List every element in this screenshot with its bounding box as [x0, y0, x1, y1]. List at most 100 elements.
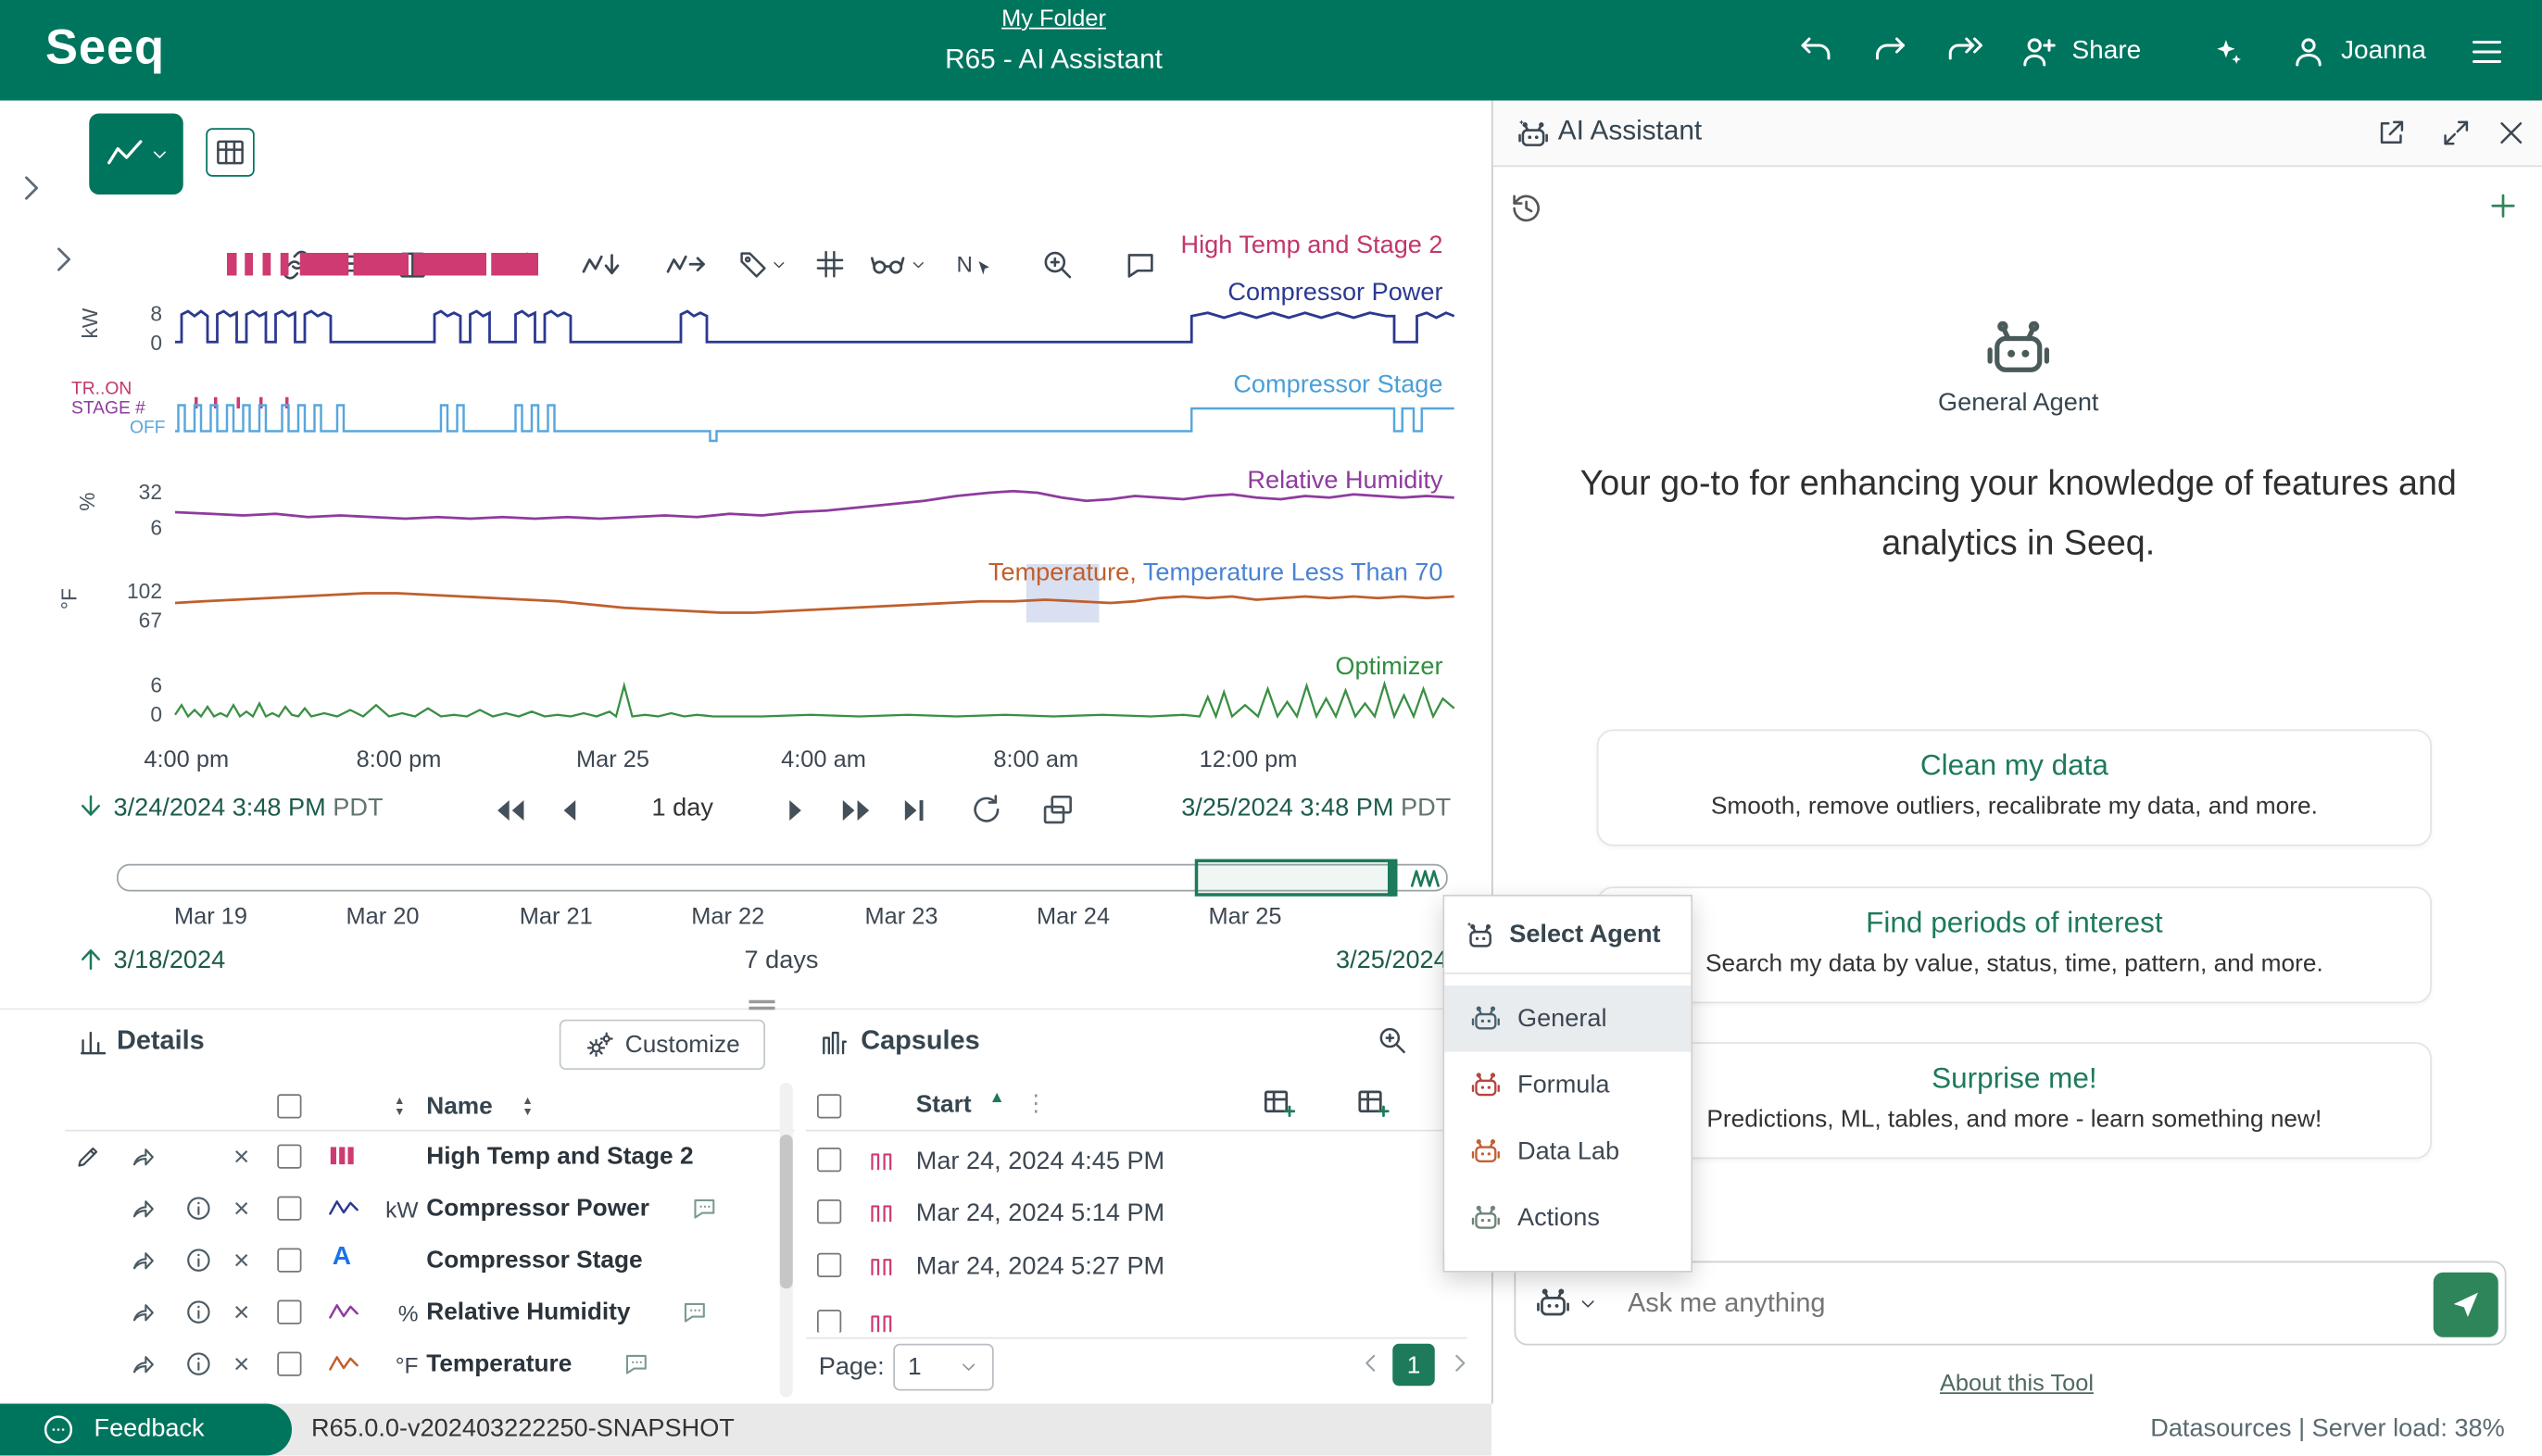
assistant-input[interactable] [1625, 1287, 2322, 1321]
splitter-handle[interactable] [749, 997, 775, 1013]
row-checkbox[interactable] [277, 1197, 301, 1221]
refresh-icon[interactable] [970, 793, 1004, 827]
column-kebab-icon[interactable]: ⋮ [1025, 1089, 1048, 1117]
display-range-end[interactable]: 3/25/2024 3:48 PM PDT [1135, 795, 1451, 824]
capsule-row[interactable]: Mar 24, 2024 5:14 PM [806, 1186, 1467, 1238]
send-button[interactable] [2434, 1273, 2498, 1337]
series-swatch-high-temp[interactable] [328, 1143, 358, 1175]
timebar-selection-handle[interactable] [1388, 860, 1396, 897]
close-icon[interactable] [2495, 117, 2527, 149]
timebar-zigzag-icon[interactable] [1407, 864, 1446, 894]
item-name[interactable]: Temperature [426, 1350, 572, 1378]
row-checkbox[interactable] [277, 1249, 301, 1273]
series-label-high-temp[interactable]: High Temp and Stage 2 [811, 232, 1443, 261]
current-page-button[interactable]: 1 [1392, 1344, 1435, 1387]
details-row[interactable]: × A Compressor Stage [65, 1236, 795, 1287]
details-row[interactable]: × % Relative Humidity [65, 1287, 795, 1339]
user-menu[interactable]: Joanna [2289, 26, 2426, 78]
select-all-checkbox[interactable] [277, 1094, 301, 1118]
next-page-icon[interactable] [1444, 1349, 1467, 1378]
ai-sparkle-icon[interactable] [2202, 26, 2254, 78]
sort-name-icon[interactable]: ▲▼ [522, 1096, 534, 1119]
table-view-button[interactable] [206, 128, 255, 177]
suggestion-card-clean[interactable]: Clean my data Smooth, remove outliers, r… [1597, 730, 2432, 847]
history-icon[interactable] [1509, 192, 1543, 226]
series-label-power[interactable]: Compressor Power [811, 279, 1443, 308]
start-column-header[interactable]: Start [916, 1091, 972, 1119]
step-forward-double-icon[interactable] [838, 796, 875, 832]
redo-icon[interactable] [1865, 26, 1917, 78]
info-icon[interactable] [185, 1299, 213, 1326]
suggestion-card-surprise[interactable]: Surprise me! Predictions, ML, tables, an… [1597, 1042, 2432, 1159]
series-label-optimizer[interactable]: Optimizer [811, 653, 1443, 683]
series-label-stage[interactable]: Compressor Stage [811, 371, 1443, 401]
info-icon[interactable] [185, 1247, 213, 1274]
pencil-icon[interactable] [75, 1143, 103, 1171]
share-item-icon[interactable] [130, 1299, 157, 1326]
range-start-arrow-icon[interactable] [75, 791, 107, 823]
info-icon[interactable] [185, 1195, 213, 1223]
details-row[interactable]: × °F Temperature [65, 1339, 795, 1391]
remove-item-icon[interactable]: × [233, 1297, 249, 1329]
details-scrollbar-thumb[interactable] [780, 1135, 793, 1288]
share-item-icon[interactable] [130, 1143, 157, 1171]
share-item-icon[interactable] [130, 1350, 157, 1378]
row-checkbox[interactable] [817, 1310, 841, 1333]
feedback-button[interactable]: Feedback [0, 1404, 292, 1456]
page-size-select[interactable]: 1 [893, 1344, 994, 1391]
share-button[interactable]: Share [2020, 26, 2142, 78]
investigate-start[interactable]: 3/18/2024 [114, 947, 226, 976]
investigate-arrow-icon[interactable] [75, 942, 107, 974]
series-swatch-power[interactable] [328, 1197, 360, 1221]
breadcrumb[interactable]: My Folder [730, 6, 1378, 32]
item-name[interactable]: Compressor Stage [426, 1247, 642, 1274]
capsule-row[interactable]: Mar 24, 2024 4:45 PM [806, 1135, 1467, 1186]
about-tool-link[interactable]: About this Tool [1855, 1372, 2179, 1398]
item-comment-icon[interactable] [623, 1350, 650, 1378]
capsule-row-partial[interactable] [806, 1300, 1467, 1333]
capsule-row[interactable]: Mar 24, 2024 5:27 PM [806, 1240, 1467, 1292]
left-panel-expander[interactable] [13, 170, 49, 207]
display-range-start[interactable]: 3/24/2024 3:48 PM PDT [114, 795, 384, 824]
row-checkbox[interactable] [277, 1300, 301, 1324]
sort-color-icon[interactable]: ▲▼ [394, 1096, 405, 1119]
datasources-link[interactable]: Datasources [2150, 1415, 2291, 1443]
prev-page-icon[interactable] [1357, 1349, 1387, 1378]
agent-selector-button[interactable] [1535, 1286, 1598, 1322]
row-checkbox[interactable] [817, 1148, 841, 1172]
menu-item-formula[interactable]: Formula [1444, 1052, 1691, 1119]
hamburger-menu-icon[interactable] [2461, 26, 2513, 78]
name-column-header[interactable]: Name [426, 1093, 493, 1121]
item-name[interactable]: High Temp and Stage 2 [426, 1143, 693, 1171]
series-label-humidity[interactable]: Relative Humidity [811, 467, 1443, 496]
investigate-end[interactable]: 3/25/2024 [1249, 947, 1448, 976]
expand-icon[interactable] [2440, 117, 2473, 149]
share-item-icon[interactable] [130, 1247, 157, 1274]
item-comment-icon[interactable] [681, 1299, 709, 1326]
info-icon[interactable] [185, 1350, 213, 1378]
investigate-duration[interactable]: 7 days [636, 947, 927, 976]
add-column-icon[interactable] [1262, 1086, 1298, 1123]
seeq-logo[interactable]: Seeq [45, 21, 165, 77]
series-swatch-humidity[interactable] [328, 1300, 360, 1324]
share-item-icon[interactable] [130, 1195, 157, 1223]
trend-view-button[interactable] [89, 114, 183, 195]
item-name[interactable]: Relative Humidity [426, 1299, 630, 1326]
remove-item-icon[interactable]: × [233, 1349, 249, 1381]
item-comment-icon[interactable] [691, 1195, 719, 1223]
series-swatch-temperature[interactable] [328, 1352, 360, 1376]
menu-item-data-lab[interactable]: Data Lab [1444, 1119, 1691, 1186]
redo-all-icon[interactable] [1939, 26, 1991, 78]
series-label-temp-lt[interactable]: Temperature Less Than 70 [1137, 559, 1443, 587]
remove-item-icon[interactable]: × [233, 1245, 249, 1277]
row-checkbox[interactable] [277, 1145, 301, 1169]
customize-button[interactable]: Customize [560, 1020, 765, 1070]
remove-item-icon[interactable]: × [233, 1193, 249, 1225]
series-swatch-string[interactable]: A [333, 1243, 351, 1273]
select-all-capsules-checkbox[interactable] [817, 1094, 841, 1118]
capsules-zoom-icon[interactable] [1377, 1024, 1409, 1057]
step-to-end-icon[interactable] [901, 796, 929, 832]
duplicate-range-icon[interactable] [1041, 793, 1076, 827]
range-duration[interactable]: 1 day [626, 795, 740, 824]
series-label-temp[interactable]: Temperature, [988, 559, 1137, 587]
